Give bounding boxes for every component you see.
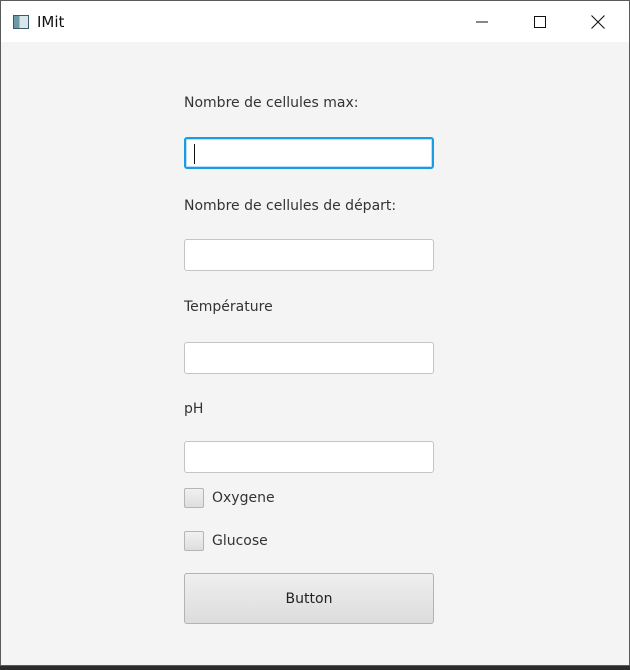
oxygene-label: Oxygene <box>212 490 275 506</box>
ph-label: pH <box>184 401 204 417</box>
text-caret <box>194 144 195 164</box>
oxygene-checkbox[interactable] <box>184 488 204 508</box>
max-cells-label: Nombre de cellules max: <box>184 95 359 111</box>
oxygene-checkbox-row[interactable]: Oxygene <box>184 487 275 509</box>
max-cells-input[interactable] <box>184 137 434 169</box>
maximize-button[interactable] <box>511 1 569 42</box>
submit-button[interactable]: Button <box>184 573 434 624</box>
minimize-icon <box>476 21 488 22</box>
temperature-label: Température <box>184 299 273 315</box>
temperature-input[interactable] <box>184 342 434 374</box>
close-button[interactable] <box>569 1 627 42</box>
start-cells-label: Nombre de cellules de départ: <box>184 198 397 214</box>
glucose-checkbox[interactable] <box>184 531 204 551</box>
title-bar[interactable]: IMit <box>1 1 629 42</box>
start-cells-input[interactable] <box>184 239 434 271</box>
ph-input[interactable] <box>184 441 434 473</box>
close-icon <box>591 14 605 29</box>
maximize-icon <box>534 15 546 28</box>
glucose-checkbox-row[interactable]: Glucose <box>184 530 268 552</box>
app-window-icon <box>13 15 29 29</box>
minimize-button[interactable] <box>453 1 511 42</box>
app-window: IMit Nombre de cellules max: Nombre de c… <box>0 0 630 666</box>
glucose-label: Glucose <box>212 533 268 549</box>
window-title: IMit <box>37 13 65 31</box>
submit-button-label: Button <box>285 590 333 607</box>
